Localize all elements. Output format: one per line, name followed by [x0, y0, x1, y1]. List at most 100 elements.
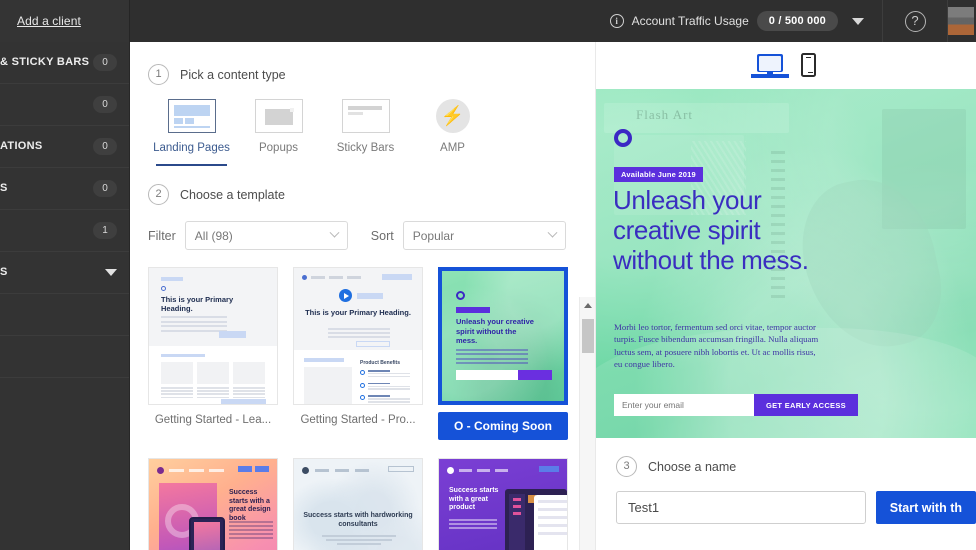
- preview-cta-button[interactable]: GET EARLY ACCESS: [754, 394, 858, 416]
- template-card-1[interactable]: This is your Primary Heading. Product Be…: [293, 267, 423, 440]
- template-card-3[interactable]: Success starts with a great design book: [148, 458, 278, 550]
- step-3-number: 3: [616, 456, 637, 477]
- template-thumb-heading: Success starts with a great product: [449, 487, 499, 511]
- preview-badge: Available June 2019: [614, 167, 703, 182]
- sidebar-divider: [0, 294, 129, 336]
- name-input-row: Start with th: [616, 491, 976, 524]
- avatar[interactable]: [948, 7, 974, 35]
- step-1-header: 1 Pick a content type: [148, 64, 595, 85]
- info-icon[interactable]: i: [609, 14, 624, 28]
- template-thumbnail: Success starts with a great design book: [148, 458, 278, 550]
- step-2-header: 2 Choose a template: [148, 184, 595, 205]
- sidebar-divider: [0, 336, 129, 378]
- sort-select[interactable]: Popular: [402, 221, 566, 250]
- preview-heading: Unleash your creative spirit without the…: [613, 185, 809, 275]
- template-thumbnail: Unleash your creative spirit without the…: [438, 267, 568, 405]
- template-thumb-heading: Unleash your creative spirit without the…: [456, 317, 534, 345]
- template-card-5[interactable]: Success starts with a great product: [438, 458, 568, 550]
- sidebar-item-badge: 1: [93, 222, 117, 239]
- mobile-phone-icon: [800, 52, 816, 77]
- top-bar: Add a client i Account Traffic Usage 0 /…: [0, 0, 976, 42]
- scrollbar-thumb[interactable]: [582, 319, 594, 353]
- preview-panel: Flash Art Available June 2019 Unleash yo…: [595, 42, 976, 550]
- traffic-usage-value: 0 / 500 000: [756, 11, 838, 31]
- active-tab-indicator: [156, 163, 227, 166]
- template-thumbnail: Success starts with a great product: [438, 458, 568, 550]
- content-type-amp[interactable]: ⚡ AMP: [409, 99, 496, 164]
- filter-sort-row: Filter All (98) Sort Popular: [148, 221, 595, 250]
- monitor-icon: [756, 53, 783, 77]
- content-type-tabs: Landing Pages Popups Sticky Bars ⚡ AMP: [148, 99, 595, 166]
- sidebar-item-2[interactable]: ATIONS 0: [0, 126, 129, 168]
- app-root: Add a client i Account Traffic Usage 0 /…: [0, 0, 976, 550]
- content-type-landing-pages[interactable]: Landing Pages: [148, 99, 235, 166]
- sidebar-item-0[interactable]: & STICKY BARS 0: [0, 42, 129, 84]
- sidebar-item-4[interactable]: 1: [0, 210, 129, 252]
- content-type-sticky-bars[interactable]: Sticky Bars: [322, 99, 409, 164]
- content-type-label: Landing Pages: [153, 142, 230, 154]
- landing-page-icon: [167, 99, 216, 133]
- account-traffic-usage: i Account Traffic Usage 0 / 500 000: [609, 11, 838, 31]
- sidebar-item-1[interactable]: 0: [0, 84, 129, 126]
- mobile-view-button[interactable]: [800, 52, 816, 79]
- template-name: O - Coming Soon: [438, 412, 568, 440]
- left-sidebar: & STICKY BARS 0 0 ATIONS 0 S 0 1 S: [0, 42, 130, 550]
- sidebar-item-5[interactable]: S: [0, 252, 129, 294]
- template-preview[interactable]: Flash Art Available June 2019 Unleash yo…: [596, 89, 976, 438]
- start-with-template-button[interactable]: Start with th: [875, 491, 976, 524]
- scroll-up-arrow[interactable]: [580, 297, 595, 313]
- sticky-bar-icon: [341, 99, 390, 133]
- template-list-scrollbar[interactable]: [579, 297, 595, 550]
- sidebar-item-label: ATIONS: [0, 140, 43, 152]
- step-3-header: 3 Choose a name: [616, 456, 976, 477]
- sidebar-item-badge: 0: [93, 96, 117, 113]
- template-thumbnail: This is your Primary Heading. Product Be…: [293, 267, 423, 405]
- sidebar-item-3[interactable]: S 0: [0, 168, 129, 210]
- popup-icon: [254, 99, 303, 133]
- template-grid: This is your Primary Heading. Getting St…: [130, 267, 595, 550]
- content-type-label: Sticky Bars: [336, 142, 395, 154]
- ring-logo-icon: [614, 129, 632, 147]
- template-thumb-heading: Success starts with a great design book: [229, 489, 271, 522]
- sidebar-item-label: S: [0, 182, 8, 194]
- template-thumb-heading: This is your Primary Heading.: [161, 295, 234, 313]
- template-name-input[interactable]: [616, 491, 866, 524]
- preview-signup-form: GET EARLY ACCESS: [614, 394, 858, 416]
- chevron-down-icon: [329, 227, 340, 238]
- template-thumb-heading: Success starts with hardworking consulta…: [303, 512, 413, 528]
- sidebar-item-badge: 0: [93, 180, 117, 197]
- traffic-usage-label: Account Traffic Usage: [631, 14, 749, 28]
- sidebar-item-badge: 0: [93, 54, 117, 71]
- sort-label: Sort: [370, 228, 394, 243]
- filter-select-value: All (98): [194, 228, 233, 243]
- template-chooser-panel: 1 Pick a content type Landing Pages Popu…: [130, 42, 595, 550]
- preview-email-input[interactable]: [614, 394, 754, 416]
- chevron-down-icon: [105, 269, 117, 276]
- template-name: Getting Started - Pro...: [300, 414, 416, 426]
- chevron-down-icon: [547, 227, 558, 238]
- sidebar-item-label: & STICKY BARS: [0, 56, 90, 68]
- preview-magazine-text: Flash Art: [636, 107, 694, 122]
- content-type-label: Popups: [258, 142, 298, 154]
- template-thumb-heading: This is your Primary Heading.: [305, 308, 411, 317]
- template-card-0[interactable]: This is your Primary Heading. Getting St…: [148, 267, 278, 440]
- add-client-link[interactable]: Add a client: [17, 14, 81, 28]
- template-thumbnail: Success starts with hardworking consulta…: [293, 458, 423, 550]
- sidebar-item-badge: 0: [93, 138, 117, 155]
- topbar-client-section: Add a client: [0, 0, 130, 42]
- desktop-view-button[interactable]: [750, 53, 789, 78]
- filter-select[interactable]: All (98): [184, 221, 348, 250]
- question-mark-icon[interactable]: ?: [904, 10, 926, 32]
- sort-select-value: Popular: [412, 228, 455, 243]
- step-1-number: 1: [148, 64, 169, 85]
- step-2-number: 2: [148, 184, 169, 205]
- step-3-title: Choose a name: [648, 459, 737, 474]
- template-card-4[interactable]: Success starts with hardworking consulta…: [293, 458, 423, 550]
- template-name: Getting Started - Lea...: [154, 414, 272, 426]
- chevron-down-icon[interactable]: [852, 17, 864, 25]
- sidebar-item-label: S: [0, 266, 8, 278]
- content-type-label: AMP: [440, 142, 465, 154]
- template-card-2-selected[interactable]: Unleash your creative spirit without the…: [438, 267, 568, 440]
- step-1-title: Pick a content type: [180, 67, 286, 82]
- content-type-popups[interactable]: Popups: [235, 99, 322, 164]
